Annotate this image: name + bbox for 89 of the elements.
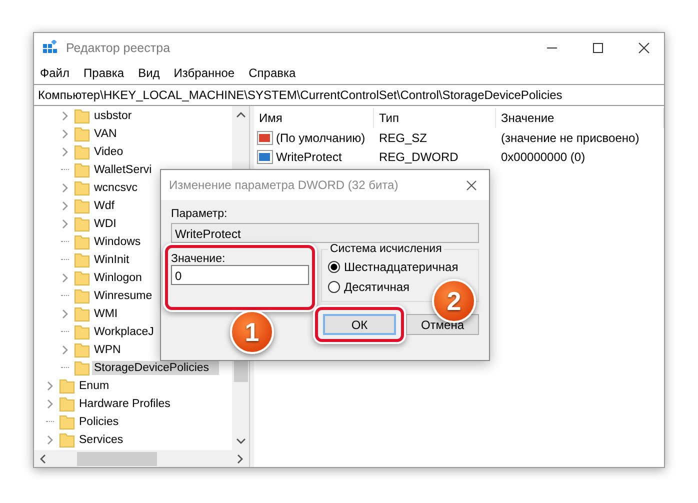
group-title: Система исчисления: [329, 243, 443, 255]
chevron-icon[interactable]: [61, 273, 69, 283]
folder-icon: [74, 324, 90, 340]
binary-value-icon: [257, 148, 273, 164]
close-icon[interactable]: [638, 42, 650, 54]
menu-item[interactable]: Избранное: [174, 66, 235, 80]
close-icon[interactable]: [466, 180, 477, 190]
folder-icon: [74, 162, 90, 178]
tree-item[interactable]: Winlogon: [92, 271, 144, 285]
table-cell-text: REG_DWORD: [378, 150, 460, 164]
scroll-right-icon[interactable]: [236, 454, 244, 464]
table-cell-text: 0x00000000 (0): [500, 150, 586, 164]
tree-item[interactable]: wcncsvc: [92, 181, 140, 195]
maximize-icon[interactable]: [592, 42, 604, 54]
folder-icon: [74, 180, 90, 196]
folder-icon: [74, 234, 90, 250]
scrollbar[interactable]: [34, 450, 249, 467]
tree-item[interactable]: usbstor: [92, 109, 134, 123]
radio-label[interactable]: Десятичная: [344, 280, 410, 294]
chevron-icon[interactable]: [46, 399, 54, 409]
tree-item[interactable]: Enum: [77, 379, 112, 393]
radio-button[interactable]: [328, 261, 340, 273]
chevron-icon[interactable]: [46, 381, 54, 391]
scroll-down-icon[interactable]: [236, 437, 246, 445]
field-label: Значение:: [171, 253, 226, 265]
chevron-icon[interactable]: [61, 147, 69, 157]
tree-item[interactable]: WMI: [92, 307, 120, 321]
chevron-icon[interactable]: [46, 435, 54, 445]
menu-item[interactable]: Справка: [248, 66, 296, 80]
chevron-icon[interactable]: [61, 219, 69, 229]
tree-item[interactable]: WorkplaceJ: [92, 325, 156, 339]
folder-icon: [59, 396, 75, 412]
folder-icon: [59, 432, 75, 448]
scroll-left-icon[interactable]: [39, 454, 47, 464]
tree-item[interactable]: Policies: [77, 415, 121, 429]
tree-item[interactable]: WinInit: [92, 253, 132, 267]
column-header[interactable]: Значение: [496, 108, 664, 128]
chevron-icon[interactable]: [61, 183, 69, 193]
folder-icon: [74, 288, 90, 304]
chevron-icon[interactable]: [61, 111, 69, 121]
scroll-thumb[interactable]: [77, 452, 157, 466]
tree-item[interactable]: Hardware Profiles: [77, 397, 172, 411]
value-name[interactable]: (По умолчанию): [276, 130, 366, 144]
folder-icon: [74, 198, 90, 214]
tree-item[interactable]: Services: [77, 433, 126, 447]
tree-item[interactable]: Video: [92, 145, 126, 159]
tree-item[interactable]: VAN: [92, 127, 119, 141]
column-header[interactable]: Имя: [254, 108, 374, 128]
name-field[interactable]: WriteProtect: [171, 223, 479, 243]
folder-icon: [74, 252, 90, 268]
tree-item[interactable]: Windows: [92, 235, 143, 249]
field-label: Параметр:: [171, 208, 228, 220]
chevron-icon[interactable]: [61, 309, 69, 319]
folder-icon: [74, 126, 90, 142]
chevron-icon[interactable]: [61, 129, 69, 139]
folder-icon: [59, 378, 75, 394]
tree-item[interactable]: WalletServi: [92, 163, 154, 177]
tree-item[interactable]: StorageDevicePolicies: [92, 361, 220, 375]
menu-item[interactable]: Правка: [84, 66, 124, 80]
menu-item[interactable]: Файл: [40, 66, 70, 80]
folder-icon: [74, 342, 90, 358]
ok-button[interactable]: ОК: [323, 314, 396, 335]
folder-icon: [74, 144, 90, 160]
table-cell-text: (значение не присвоено): [500, 130, 640, 144]
value-name[interactable]: WriteProtect: [276, 150, 342, 164]
folder-icon: [74, 306, 90, 322]
radio-label[interactable]: Шестнадцатеричная: [344, 260, 458, 274]
scroll-up-icon[interactable]: [236, 111, 246, 119]
radio-button[interactable]: [328, 281, 340, 293]
folder-icon: [74, 108, 90, 124]
address-bar[interactable]: Компьютер\HKEY_LOCAL_MACHINE\SYSTEM\CurrentControlSet\Control\StorageDevicePolicies: [34, 84, 664, 106]
tree-item[interactable]: Winresume: [92, 289, 154, 303]
registry-icon: [42, 40, 58, 56]
value-field[interactable]: 0: [171, 265, 309, 285]
tree-item[interactable]: WDI: [92, 217, 118, 231]
table-cell-text: REG_SZ: [378, 130, 428, 144]
folder-icon: [74, 216, 90, 232]
column-header[interactable]: Тип: [374, 108, 496, 128]
tree-item[interactable]: WPN: [92, 343, 123, 357]
string-value-icon: [257, 130, 273, 146]
tree-item[interactable]: Wdf: [92, 199, 116, 213]
menu-item[interactable]: Вид: [138, 66, 160, 80]
window-title: Редактор реестра: [66, 40, 170, 54]
folder-icon: [74, 360, 90, 376]
folder-icon: [59, 414, 75, 430]
chevron-icon[interactable]: [61, 345, 69, 355]
dialog-title: Изменение параметра DWORD (32 бита): [169, 178, 398, 192]
chevron-icon[interactable]: [61, 201, 69, 211]
folder-icon: [74, 270, 90, 286]
